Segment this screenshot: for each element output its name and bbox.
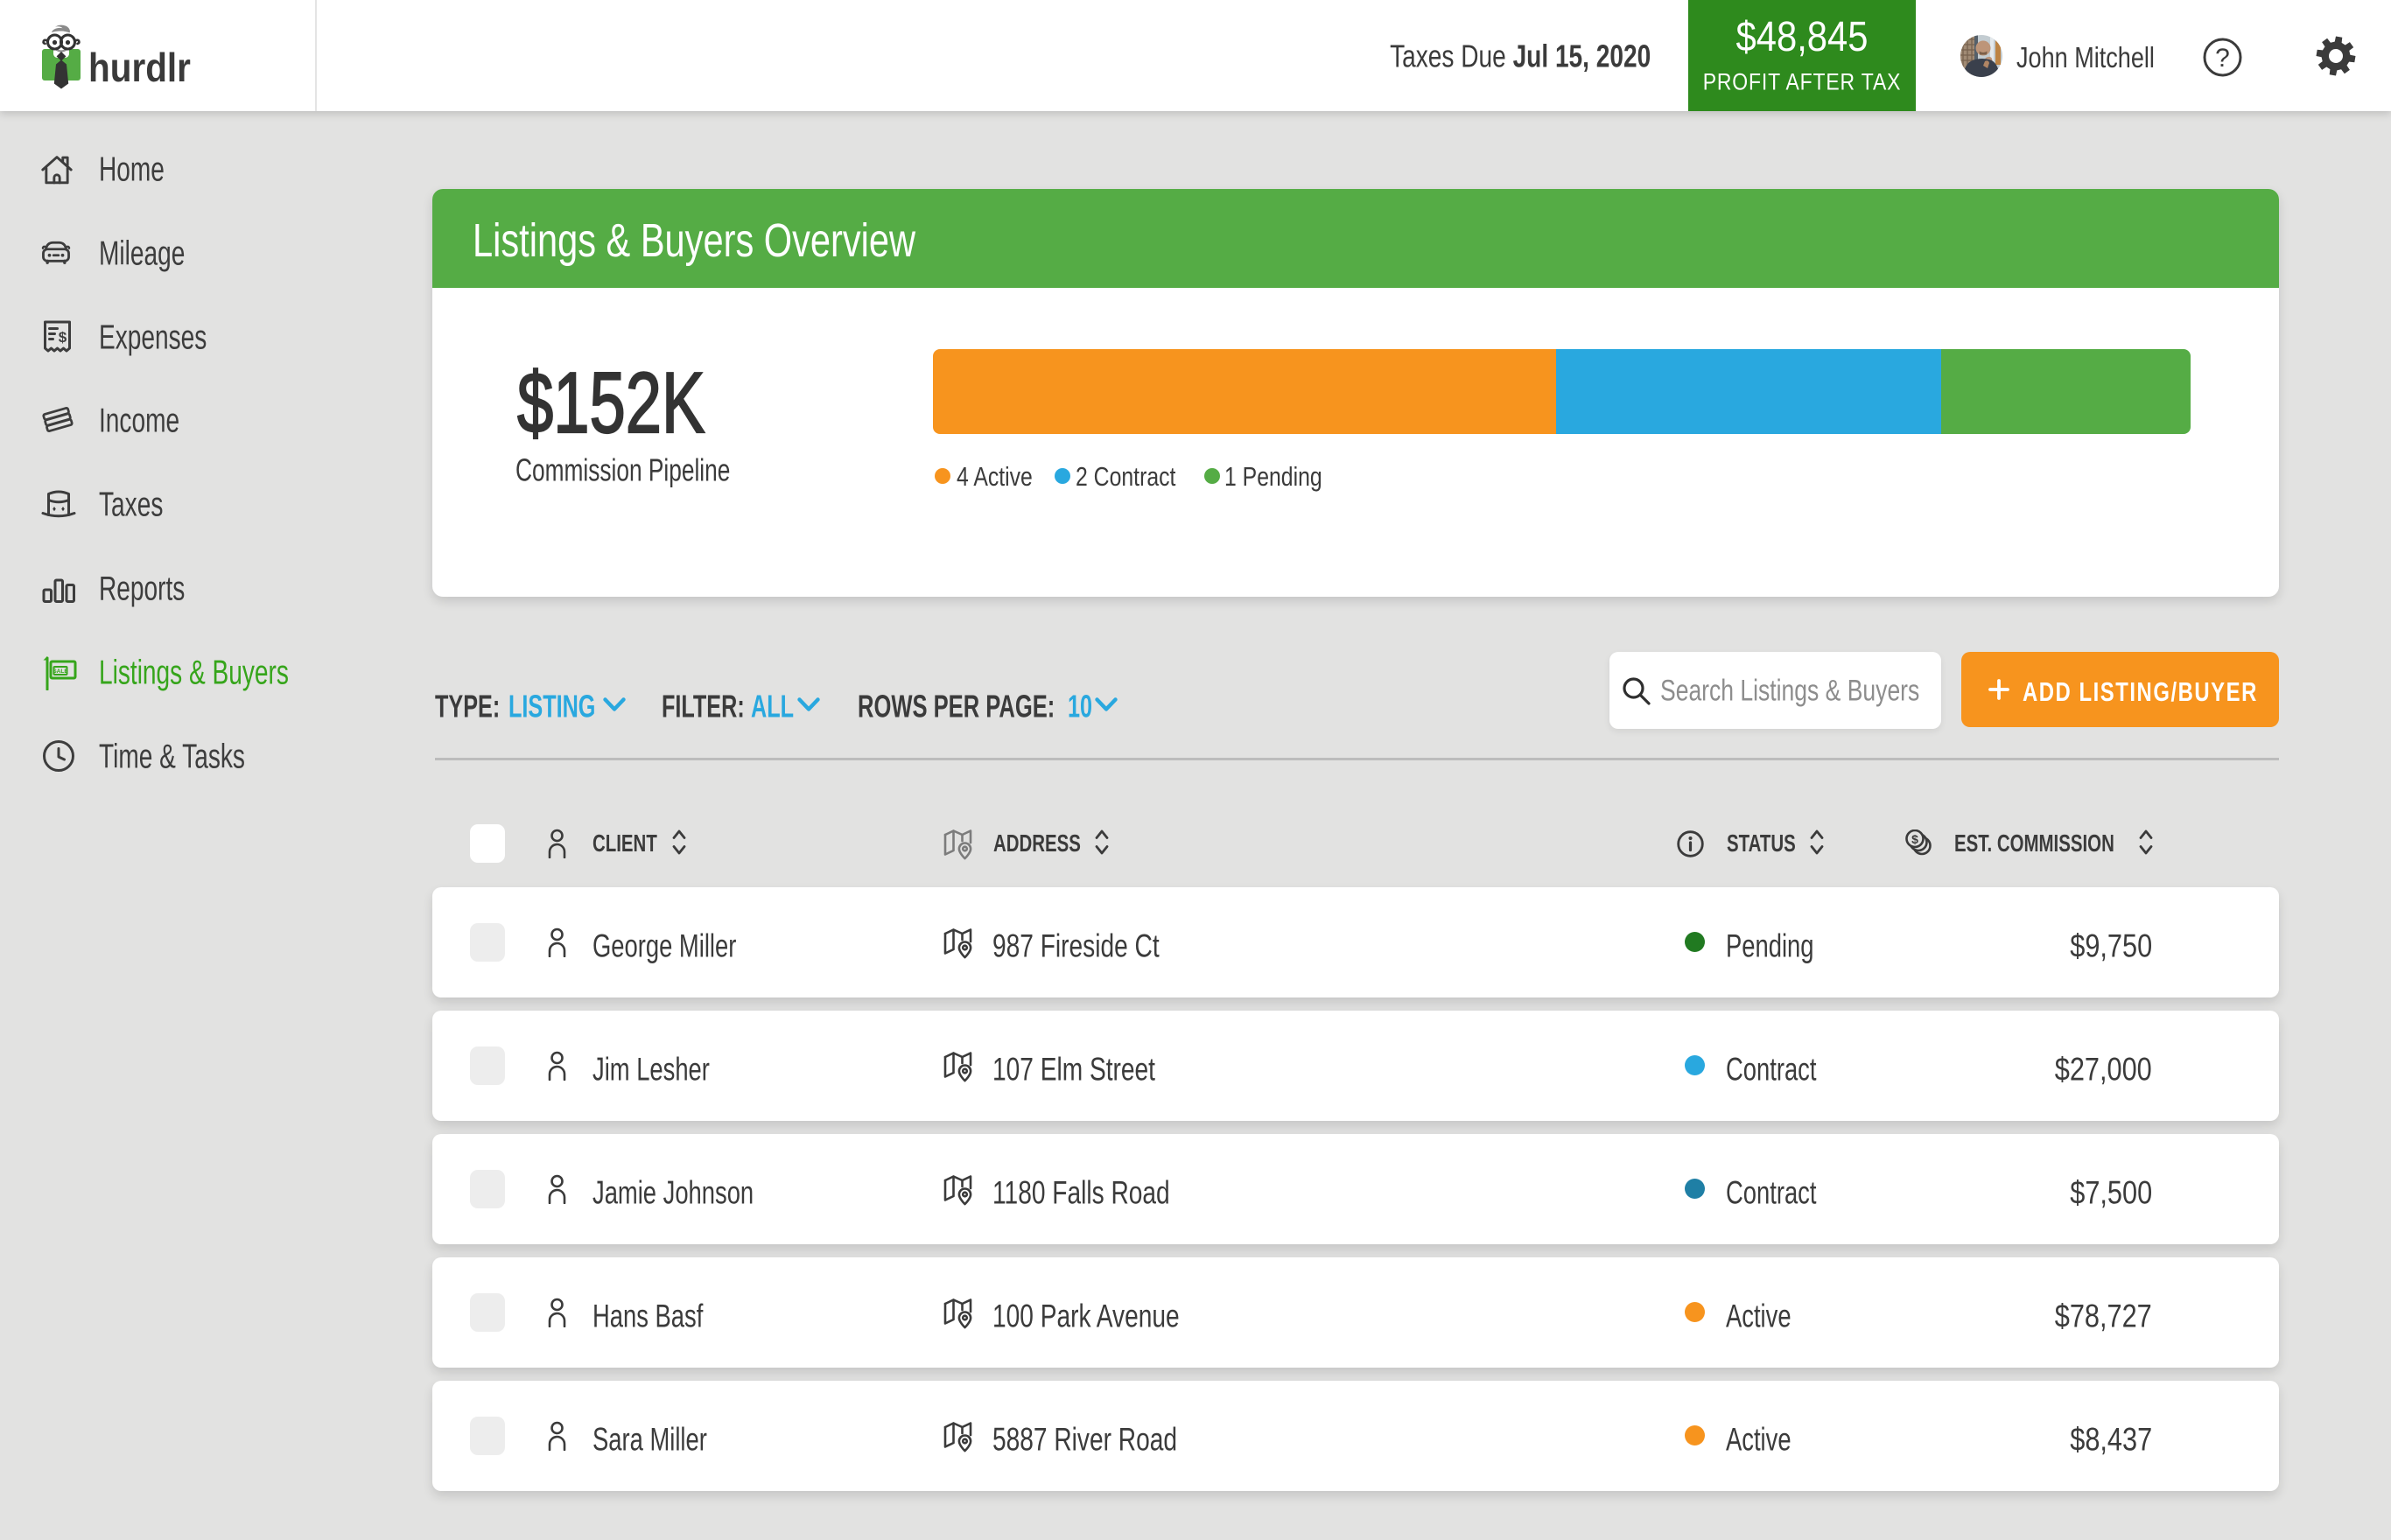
svg-text:?: ? [2215,44,2230,73]
svg-text:$: $ [59,329,67,346]
svg-text:SALE: SALE [53,668,68,675]
svg-text:$: $ [1911,832,1918,846]
